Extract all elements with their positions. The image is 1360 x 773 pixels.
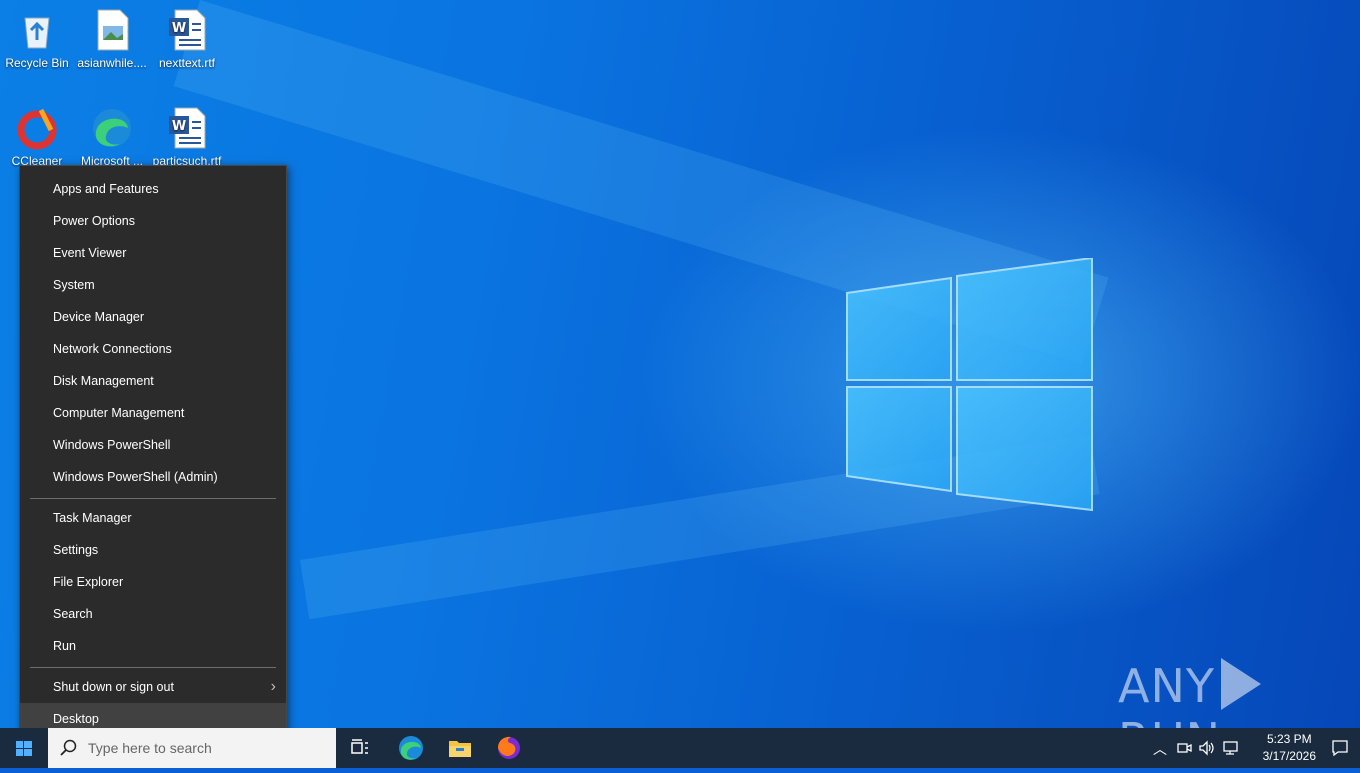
menu-item-power-options[interactable]: Power Options	[20, 205, 286, 237]
file-explorer-icon	[449, 741, 471, 757]
menu-item-file-explorer[interactable]: File Explorer	[20, 566, 286, 598]
taskbar: Type here to search ︿ 5:23 PM 3/17/2026	[0, 728, 1360, 768]
task-view-icon	[351, 739, 368, 754]
clock-date: 3/17/2026	[1262, 749, 1316, 763]
watermark-left: ANY	[1118, 659, 1215, 713]
system-tray: ︿	[1150, 728, 1250, 768]
menu-item-disk-management[interactable]: Disk Management	[20, 365, 286, 397]
menu-item-run[interactable]: Run	[20, 630, 286, 662]
taskbar-firefox-button[interactable]	[495, 734, 523, 762]
menu-item-computer-management[interactable]: Computer Management	[20, 397, 286, 429]
winx-context-menu: Apps and Features Power Options Event Vi…	[19, 165, 287, 741]
windows-start-icon	[16, 741, 32, 756]
svg-text:W: W	[172, 119, 186, 134]
windows-wallpaper-logo	[846, 258, 1093, 512]
menu-separator	[30, 498, 276, 499]
menu-item-settings[interactable]: Settings	[20, 534, 286, 566]
menu-item-system[interactable]: System	[20, 269, 286, 301]
desktop-icon-asianwhile[interactable]: asianwhile....	[77, 8, 147, 70]
search-placeholder: Type here to search	[88, 740, 212, 756]
desktop-icon-recycle-bin[interactable]: Recycle Bin	[2, 8, 72, 70]
action-center-button[interactable]	[1320, 728, 1360, 768]
task-view-button[interactable]	[346, 734, 374, 762]
taskbar-clock[interactable]: 5:23 PM 3/17/2026	[1263, 731, 1316, 765]
play-icon	[1220, 658, 1261, 710]
desktop-icon-edge[interactable]: Microsoft ...	[77, 106, 147, 168]
image-file-icon	[97, 9, 129, 51]
desktop-icon-label: asianwhile....	[77, 56, 147, 70]
word-document-icon: W	[169, 107, 206, 149]
menu-item-shut-down-or-sign-out[interactable]: Shut down or sign out ›	[20, 671, 286, 703]
meet-now-icon[interactable]	[1176, 740, 1192, 756]
desktop-icon-nexttext[interactable]: W nexttext.rtf	[152, 8, 222, 70]
edge-icon	[93, 109, 131, 147]
search-icon	[60, 739, 77, 756]
taskbar-edge-button[interactable]	[397, 734, 425, 762]
taskbar-file-explorer-button[interactable]	[446, 734, 474, 762]
recycle-bin-icon	[24, 17, 50, 49]
taskbar-search-box[interactable]: Type here to search	[48, 728, 336, 768]
svg-text:W: W	[172, 21, 186, 36]
menu-item-windows-powershell-admin[interactable]: Windows PowerShell (Admin)	[20, 461, 286, 493]
firefox-icon	[498, 736, 520, 759]
menu-separator	[30, 667, 276, 668]
chevron-right-icon: ›	[270, 678, 276, 695]
menu-item-apps-and-features[interactable]: Apps and Features	[20, 173, 286, 205]
menu-item-task-manager[interactable]: Task Manager	[20, 502, 286, 534]
edge-icon	[399, 736, 423, 760]
anyrun-watermark: ANYRUN	[1118, 658, 1360, 728]
start-button[interactable]	[0, 728, 48, 768]
menu-item-windows-powershell[interactable]: Windows PowerShell	[20, 429, 286, 461]
notification-icon	[1332, 740, 1348, 757]
chevron-up-icon[interactable]: ︿	[1153, 739, 1167, 759]
menu-item-network-connections[interactable]: Network Connections	[20, 333, 286, 365]
desktop-icon-label: Recycle Bin	[5, 56, 69, 70]
volume-icon[interactable]	[1198, 740, 1216, 756]
desktop-icon-label: nexttext.rtf	[158, 56, 216, 70]
ccleaner-icon	[17, 108, 57, 150]
menu-item-label: Shut down or sign out	[53, 680, 174, 694]
desktop-icon-ccleaner[interactable]: CCleaner	[2, 106, 72, 168]
network-icon[interactable]	[1222, 740, 1240, 756]
desktop-icon-particsuch[interactable]: W particsuch.rtf	[152, 106, 222, 168]
word-document-icon: W	[169, 9, 206, 51]
menu-item-device-manager[interactable]: Device Manager	[20, 301, 286, 333]
clock-time: 5:23 PM	[1266, 732, 1312, 746]
menu-item-event-viewer[interactable]: Event Viewer	[20, 237, 286, 269]
watermark-right: RUN	[1118, 713, 1221, 728]
menu-item-search[interactable]: Search	[20, 598, 286, 630]
